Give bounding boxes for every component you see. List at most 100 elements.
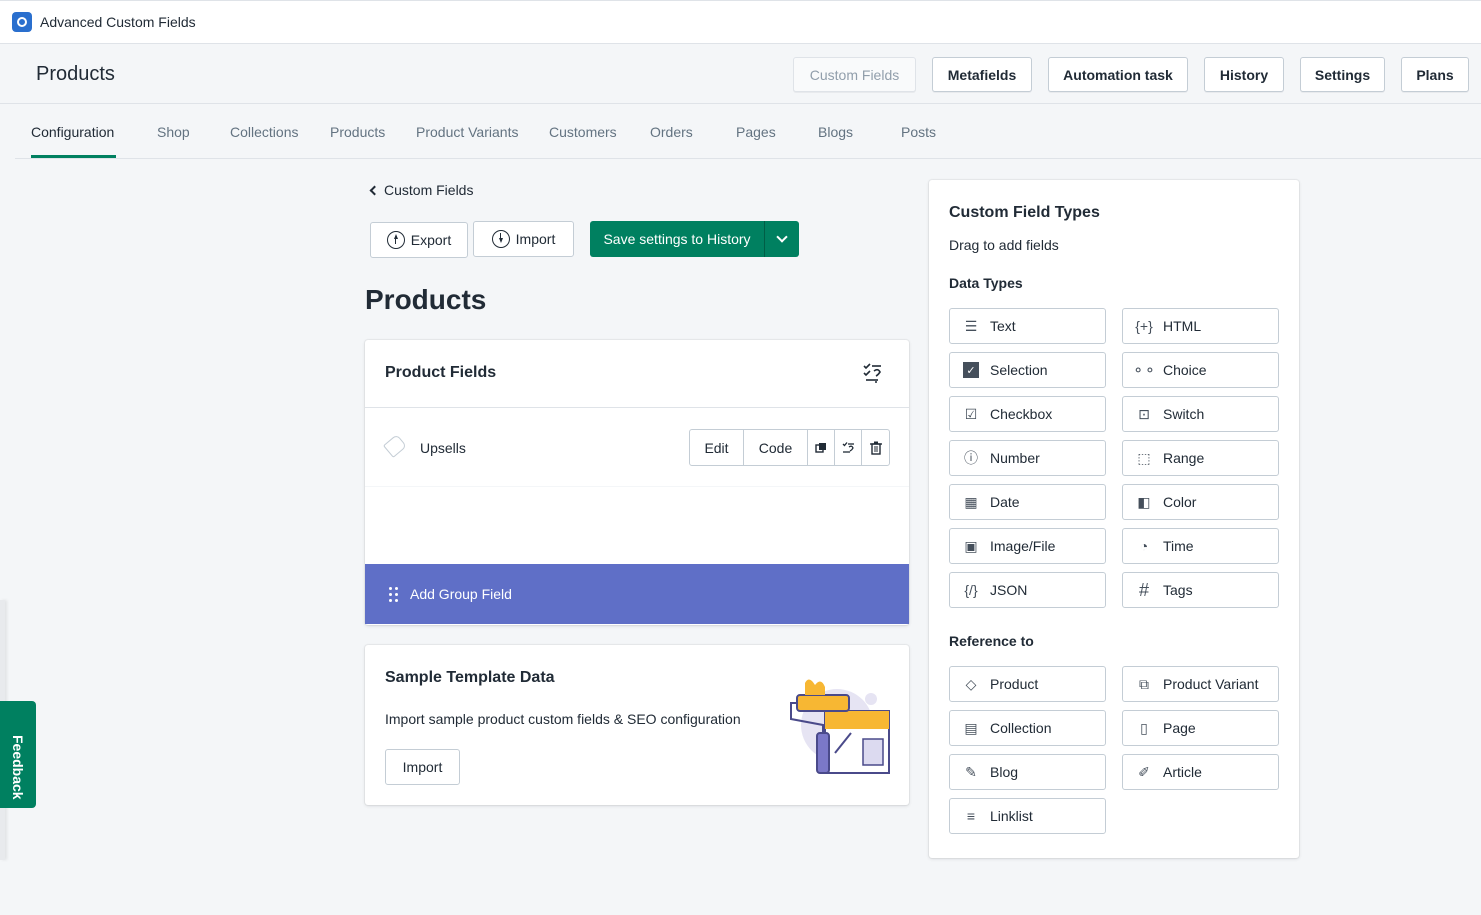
field-actions: Edit Code [689,429,890,466]
back-link-label: Custom Fields [384,182,474,198]
field-type-label: Tags [1163,582,1193,598]
reference-linklist[interactable]: ≡ Linklist [949,798,1106,834]
save-settings-button[interactable]: Save settings to History [590,221,764,257]
tab-shop[interactable]: Shop [157,124,190,140]
add-group-label: Add Group Field [410,586,512,602]
field-type-checkbox[interactable]: ☑ Checkbox [949,396,1106,432]
field-row: Upsells Edit Code [365,407,909,487]
import-sample-button[interactable]: Import [385,749,460,785]
reference-collection[interactable]: ▤ Collection [949,710,1106,746]
chevron-left-icon [369,185,380,195]
selection-icon: ✓ [960,359,982,381]
export-button[interactable]: Export [370,222,468,258]
field-type-json[interactable]: {/} JSON [949,572,1106,608]
section-heading: Products [365,284,487,315]
field-type-image-file[interactable]: ▣ Image/File [949,528,1106,564]
code-button[interactable]: Code [744,430,808,465]
data-types-heading: Data Types [949,275,1023,291]
field-type-label: Range [1163,450,1205,466]
field-type-number[interactable]: ⓘ Number [949,440,1106,476]
field-type-html[interactable]: {+} HTML [1122,308,1279,344]
page-header: Products Custom Fields Metafields Automa… [0,44,1481,104]
field-type-label: Page [1163,720,1196,736]
field-type-color[interactable]: ◧ Color [1122,484,1279,520]
duplicate-icon [815,442,826,453]
field-type-text[interactable]: ☰ Text [949,308,1106,344]
resource-tabs: Configuration Shop Collections Products … [15,104,1481,159]
tab-posts[interactable]: Posts [901,124,936,140]
tab-pages[interactable]: Pages [736,124,776,140]
reference-page[interactable]: ▯ Page [1122,710,1279,746]
image-icon: ▣ [964,537,978,554]
edit-button[interactable]: Edit [690,430,744,465]
reference-product[interactable]: ◇ Product [949,666,1106,702]
duplicate-button[interactable] [808,430,835,465]
trash-icon [869,441,882,455]
checklist-icon [842,442,854,453]
range-icon: ⬚ [1137,449,1151,466]
checklist-button[interactable] [835,430,862,465]
sample-template-card: Sample Template Data Import sample produ… [365,645,909,805]
text-icon: ☰ [964,317,978,334]
field-type-label: Blog [990,764,1019,780]
field-type-label: Image/File [990,538,1056,554]
card-title: Sample Template Data [385,669,555,686]
paint-roller-illustration [790,679,890,774]
feedback-tab[interactable]: Feedback [0,701,36,808]
field-type-label: Color [1163,494,1197,510]
field-type-time[interactable]: ◔ Time [1122,528,1279,564]
history-button[interactable]: History [1204,57,1284,92]
card-description: Import sample product custom fields & SE… [385,711,741,727]
tab-collections[interactable]: Collections [230,124,298,140]
field-type-label: Date [990,494,1020,510]
choice-icon: ⚬⚬ [1132,361,1156,378]
blog-icon: ✎ [965,763,977,780]
app-titlebar: Advanced Custom Fields [0,0,1481,44]
import-button[interactable]: Import [473,221,574,257]
html-icon: {+} [1135,318,1153,334]
metafields-button[interactable]: Metafields [932,57,1032,92]
number-icon: ⓘ [964,450,978,466]
field-type-label: Choice [1163,362,1207,378]
panel-title: Custom Field Types [949,204,1100,221]
feedback-label: Feedback [10,735,26,800]
panel-subtitle: Drag to add fields [949,237,1059,253]
import-icon [491,230,510,248]
plans-button[interactable]: Plans [1401,57,1469,92]
settings-button[interactable]: Settings [1300,57,1385,92]
field-type-range[interactable]: ⬚ Range [1122,440,1279,476]
field-type-selection[interactable]: ✓ Selection [949,352,1106,388]
active-tab-indicator [31,155,116,158]
tab-configuration[interactable]: Configuration [31,124,114,140]
field-type-label: Collection [990,720,1052,736]
time-icon: ◔ [1139,538,1149,554]
add-group-field-button[interactable]: Add Group Field [365,564,909,624]
delete-button[interactable] [862,430,889,465]
tab-blogs[interactable]: Blogs [818,124,853,140]
field-type-switch[interactable]: ⊡ Switch [1122,396,1279,432]
field-type-label: Number [990,450,1040,466]
drag-handle-icon [389,586,398,602]
field-type-tags[interactable]: # Tags [1122,572,1279,608]
reference-article[interactable]: ✐ Article [1122,754,1279,790]
field-label: Upsells [420,440,466,456]
automation-task-button[interactable]: Automation task [1048,57,1188,92]
import-label: Import [515,231,556,247]
tab-product-variants[interactable]: Product Variants [416,124,518,140]
tag-icon: ◇ [965,675,977,692]
app-name: Advanced Custom Fields [40,14,196,30]
field-type-label: Linklist [990,808,1033,824]
reference-product-variant[interactable]: ⧉ Product Variant [1122,666,1279,702]
tab-customers[interactable]: Customers [549,124,617,140]
field-type-choice[interactable]: ⚬⚬ Choice [1122,352,1279,388]
custom-fields-button[interactable]: Custom Fields [793,57,916,92]
save-options-dropdown[interactable] [764,221,799,257]
back-link[interactable]: Custom Fields [368,182,473,198]
tab-products[interactable]: Products [330,124,385,140]
field-type-date[interactable]: ▦ Date [949,484,1106,520]
reference-blog[interactable]: ✎ Blog [949,754,1106,790]
save-settings-button-group: Save settings to History [590,221,799,257]
chevron-down-icon [776,231,788,243]
tab-orders[interactable]: Orders [650,124,693,140]
checklist-icon[interactable] [862,362,884,384]
